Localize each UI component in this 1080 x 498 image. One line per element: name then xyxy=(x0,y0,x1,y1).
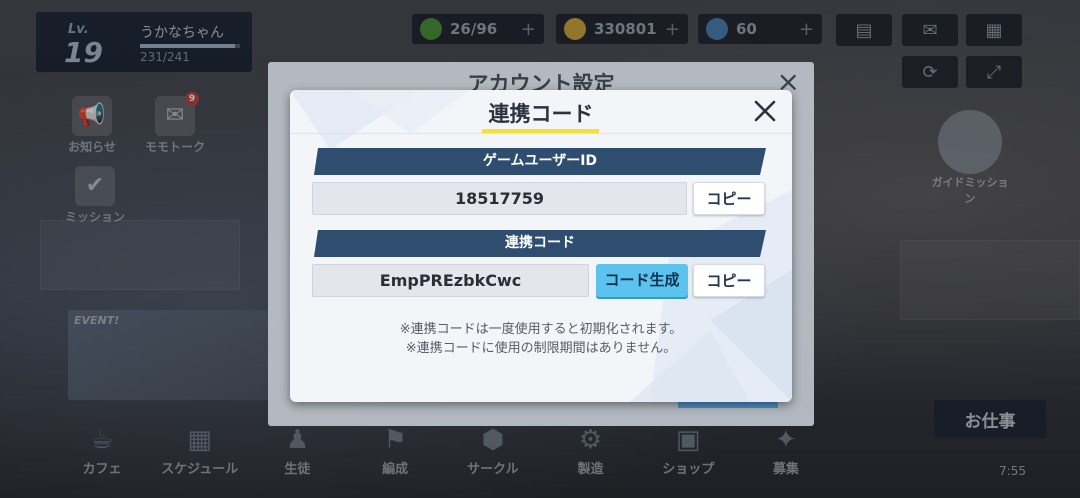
link-code-dialog: 連携コード ゲームユーザーID 18517759 コピー 連携コード EmpPR… xyxy=(290,90,792,402)
close-icon xyxy=(754,100,776,122)
dialog-header: 連携コード xyxy=(290,90,792,134)
user-id-header: ゲームユーザーID xyxy=(314,148,766,175)
copy-link-code-button[interactable]: コピー xyxy=(693,264,765,297)
close-button[interactable] xyxy=(750,96,780,126)
link-code-header: 連携コード xyxy=(314,230,766,257)
note-no-expiry: ※連携コードに使用の制限期間はありません。 xyxy=(405,341,677,356)
dialog-title: 連携コード xyxy=(488,102,594,126)
generate-code-button[interactable]: コード生成 xyxy=(596,264,688,297)
user-id-field: 18517759 xyxy=(312,182,687,215)
note-reset: ※連携コードは一度使用すると初期化されます。 xyxy=(399,322,683,337)
link-code-field: EmpPREzbkCwc xyxy=(312,264,589,297)
copy-user-id-button[interactable]: コピー xyxy=(693,182,765,215)
title-underline xyxy=(482,129,599,133)
